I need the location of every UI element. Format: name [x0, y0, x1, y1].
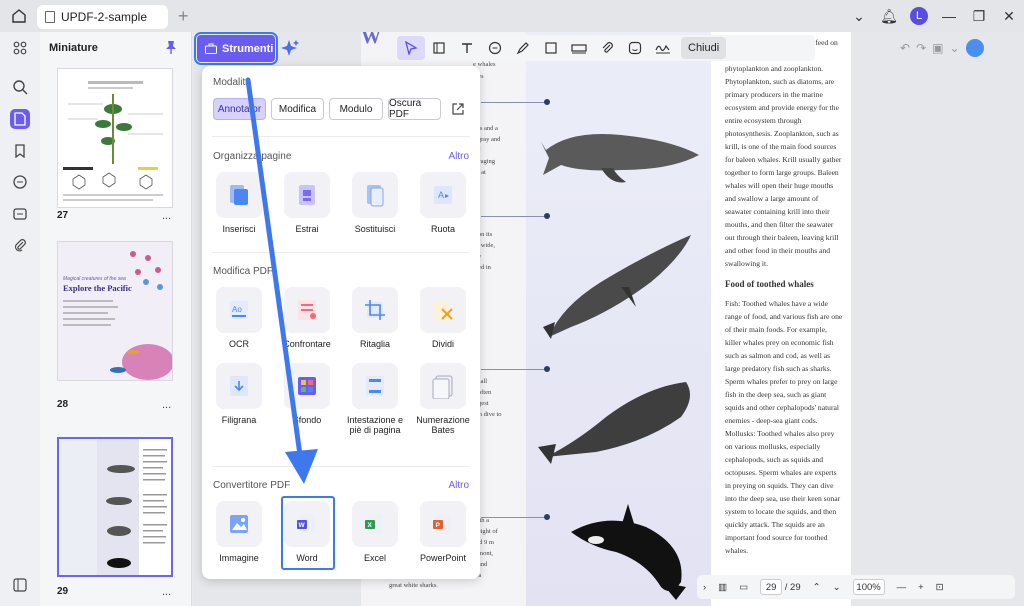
- zoom-in-icon[interactable]: +: [912, 582, 930, 593]
- page-number-input[interactable]: 29: [760, 579, 782, 595]
- tutorial-arrow-icon: [0, 0, 1024, 606]
- chevron-down-icon[interactable]: ⌄: [827, 582, 847, 593]
- bottom-bar: › ▥ ▭ 29 / 29 ⌃ ⌄ 100% — + ⊡: [697, 575, 1015, 599]
- zoom-out-icon[interactable]: —: [891, 582, 913, 593]
- zoom-input[interactable]: 100%: [853, 579, 885, 595]
- page-layout-icon[interactable]: ▥: [712, 582, 733, 593]
- chevron-up-icon[interactable]: ⌃: [807, 582, 827, 593]
- fit-page-icon[interactable]: ⊡: [930, 582, 950, 593]
- page-total: / 29: [785, 582, 801, 593]
- presentation-icon[interactable]: ▭: [733, 582, 754, 593]
- collapse-icon[interactable]: ›: [697, 582, 712, 593]
